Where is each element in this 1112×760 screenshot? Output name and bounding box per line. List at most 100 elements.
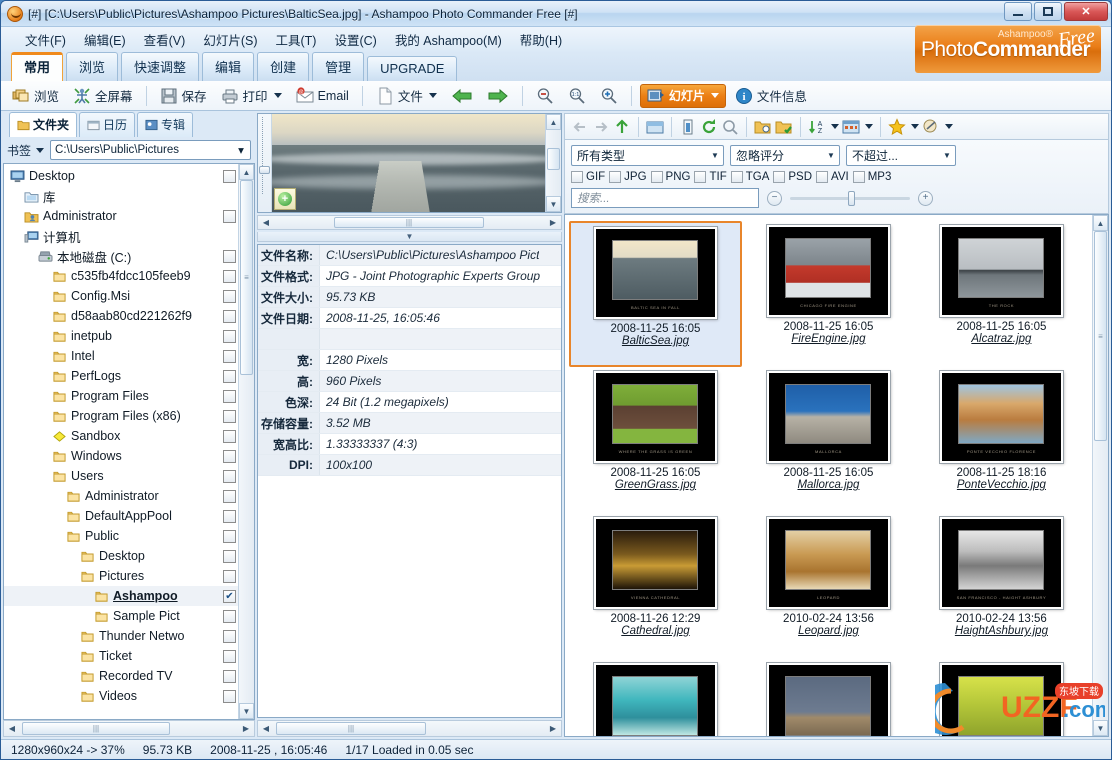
format-checkbox[interactable]: PNG — [651, 171, 691, 183]
email-button[interactable]: @ Email — [291, 85, 354, 107]
minimize-button[interactable] — [1004, 2, 1032, 21]
tree-item-checkbox[interactable] — [223, 250, 236, 263]
thumbnail-filename[interactable]: Cathedral.jpg — [621, 625, 689, 637]
thumbnail-cell[interactable] — [569, 659, 742, 736]
thumbnail-frame[interactable]: WHERE THE GRASS IS GREEN — [594, 371, 717, 463]
tree-item-checkbox[interactable] — [223, 530, 236, 543]
bookmark-dropdown-icon[interactable] — [36, 148, 44, 153]
menu-item-slideshow[interactable]: 幻灯片(S) — [195, 27, 265, 52]
folder-check-icon[interactable] — [775, 118, 793, 136]
tree-item-checkbox[interactable] — [223, 450, 236, 463]
preview-scroll-right-button[interactable]: ▶ — [545, 218, 561, 227]
chevron-down-icon[interactable]: ▼ — [707, 151, 723, 160]
thumbnail-frame[interactable]: SAN FRANCISCO - HAIGHT ASHBURY — [940, 517, 1063, 609]
grid-view-icon[interactable] — [842, 118, 860, 136]
tree-item[interactable]: Windows — [4, 446, 238, 466]
preview-image[interactable]: + — [272, 114, 545, 212]
tree-vertical-scrollbar[interactable]: ▲ ≡ ▼ — [238, 164, 254, 719]
tab-create[interactable]: 创建 — [257, 52, 309, 81]
slideshow-dropdown-icon[interactable] — [711, 93, 719, 98]
ruler-knob[interactable] — [259, 166, 270, 174]
thumbnail-cell[interactable] — [915, 659, 1088, 736]
file-button[interactable]: 文件 — [371, 84, 442, 107]
tree-item-checkbox[interactable] — [223, 390, 236, 403]
tree-item-checkbox[interactable] — [223, 650, 236, 663]
thumbnail-cell[interactable]: MALLORCA2008-11-25 16:05Mallorca.jpg — [742, 367, 915, 513]
tree-item[interactable]: Ashampoo✔ — [4, 586, 238, 606]
thumbnail-filename[interactable]: Alcatraz.jpg — [971, 333, 1031, 345]
checkbox-icon[interactable] — [853, 171, 865, 183]
grid-vertical-scrollbar[interactable]: ▲ ≡ ▼ — [1092, 215, 1108, 736]
preview-scroll-track[interactable] — [546, 130, 561, 196]
tree-item-checkbox[interactable] — [223, 610, 236, 623]
folder-tree[interactable]: Desktop库Administrator计算机本地磁盘 (C:)c535fb4… — [4, 164, 238, 719]
info-scroll-left-button[interactable]: ◀ — [258, 724, 274, 733]
thumbnail-frame[interactable]: LEOPARD — [767, 517, 890, 609]
tree-item[interactable]: Users — [4, 466, 238, 486]
tree-item[interactable]: Sample Pict — [4, 606, 238, 626]
format-checkbox[interactable]: MP3 — [853, 171, 892, 183]
grid-scroll-up-button[interactable]: ▲ — [1093, 215, 1108, 231]
file-dropdown-icon[interactable] — [429, 93, 437, 98]
tab-common[interactable]: 常用 — [11, 52, 63, 81]
thumbnail-frame[interactable]: MALLORCA — [767, 371, 890, 463]
tab-upgrade[interactable]: UPGRADE — [367, 56, 457, 81]
thumbnail-cell[interactable]: CHICAGO FIRE ENGINE2008-11-25 16:05FireE… — [742, 221, 915, 367]
path-combo[interactable]: C:\Users\Public\Pictures ▾ — [50, 140, 251, 160]
tree-item[interactable]: inetpub — [4, 326, 238, 346]
tree-item[interactable]: Ticket — [4, 646, 238, 666]
preview-hscroll-track[interactable]: ||| — [274, 216, 545, 229]
checkbox-icon[interactable] — [816, 171, 828, 183]
tree-item-checkbox[interactable] — [223, 470, 236, 483]
tree-item-checkbox[interactable] — [223, 630, 236, 643]
slideshow-button[interactable]: 幻灯片 — [640, 84, 726, 108]
tree-item[interactable]: DefaultAppPool — [4, 506, 238, 526]
scroll-up-button[interactable]: ▲ — [239, 164, 254, 180]
thumbnail-frame[interactable]: PONTE VECCHIO FLORENCE — [940, 371, 1063, 463]
tree-item[interactable]: Desktop — [4, 546, 238, 566]
format-checkbox[interactable]: TIF — [694, 171, 726, 183]
thumb-zoom-out-button[interactable]: − — [767, 191, 782, 206]
menu-item-file[interactable]: 文件(F) — [17, 27, 74, 52]
pin-dropdown-icon[interactable] — [945, 124, 953, 129]
thumbnail-cell[interactable]: PONTE VECCHIO FLORENCE2008-11-25 18:16Po… — [915, 367, 1088, 513]
tree-item[interactable]: d58aab80cd221262f9 — [4, 306, 238, 326]
format-checkbox[interactable]: JPG — [609, 171, 646, 183]
tree-item-checkbox[interactable]: ✔ — [223, 590, 236, 603]
thumbnail-filename[interactable]: Mallorca.jpg — [797, 479, 859, 491]
menu-item-settings[interactable]: 设置(C) — [326, 27, 384, 52]
next-button[interactable] — [482, 85, 514, 107]
fullscreen-button[interactable]: 全屏幕 — [68, 84, 138, 107]
tree-item-checkbox[interactable] — [223, 290, 236, 303]
sort-dropdown-icon[interactable] — [831, 124, 839, 129]
zoom-actual-button[interactable]: 1:1 — [563, 85, 591, 107]
tab-manage[interactable]: 管理 — [312, 52, 364, 81]
preview-hscroll-thumb[interactable]: ||| — [334, 217, 484, 228]
zoom-in-button[interactable] — [595, 85, 623, 107]
tree-item[interactable]: Administrator — [4, 486, 238, 506]
tree-item[interactable]: 库 — [4, 186, 238, 206]
type-filter-combo[interactable]: 所有类型 ▼ — [571, 145, 724, 166]
thumbnail-cell[interactable]: BALTIC SEA IN FALL2008-11-25 16:05Baltic… — [569, 221, 742, 367]
hscroll-track[interactable]: ||| — [20, 721, 238, 736]
checkbox-icon[interactable] — [773, 171, 785, 183]
tab-calendar[interactable]: 日历 — [79, 112, 135, 137]
preview-scroll-down-button[interactable]: ▼ — [546, 196, 561, 212]
tree-item-checkbox[interactable] — [223, 690, 236, 703]
details-icon[interactable] — [679, 118, 697, 136]
tab-browse[interactable]: 浏览 — [66, 52, 118, 81]
forward-icon[interactable] — [592, 118, 610, 136]
menu-item-my-ashampoo[interactable]: 我的 Ashampoo(M) — [387, 27, 510, 52]
thumbnail-filename[interactable]: FireEngine.jpg — [791, 333, 865, 345]
tree-item[interactable]: Sandbox — [4, 426, 238, 446]
bookmark-button[interactable]: 书签 — [7, 142, 44, 159]
favorite-dropdown-icon[interactable] — [911, 124, 919, 129]
thumbnail-frame[interactable] — [594, 663, 717, 736]
chevron-down-icon[interactable]: ▾ — [234, 143, 248, 157]
refresh-icon[interactable] — [700, 118, 718, 136]
preview-horizontal-scrollbar[interactable]: ◀ ||| ▶ — [257, 215, 562, 230]
scroll-right-button[interactable]: ▶ — [238, 724, 254, 733]
save-button[interactable]: 保存 — [155, 84, 212, 107]
thumbnail-frame[interactable]: THE ROCK — [940, 225, 1063, 317]
thumbnail-cell[interactable]: LEOPARD2010-02-24 13:56Leopard.jpg — [742, 513, 915, 659]
